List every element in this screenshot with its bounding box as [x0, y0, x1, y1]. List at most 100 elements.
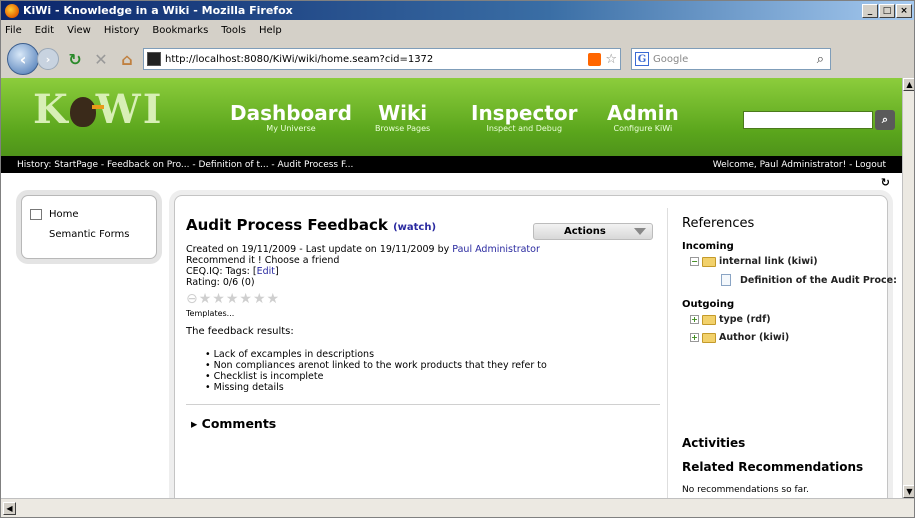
forward-button[interactable]: ›	[37, 48, 59, 70]
page-icon	[721, 274, 731, 286]
nav-wiki-label: Wiki	[378, 101, 428, 125]
tags-prefix: CEQ.IQ: Tags: [	[186, 266, 257, 277]
menu-tools[interactable]: Tools	[221, 25, 246, 36]
author-link[interactable]: Paul Administrator	[452, 244, 540, 255]
recommend-link[interactable]: Recommend it ! Choose a friend	[186, 255, 540, 266]
scroll-up-arrow[interactable]: ▲	[903, 78, 914, 91]
horizontal-scrollbar[interactable]: ◀	[1, 498, 914, 517]
search-field[interactable]: G Google ⌕	[631, 48, 831, 70]
menu-history[interactable]: History	[104, 25, 140, 36]
star-icon[interactable]: ★	[199, 292, 212, 306]
history-breadcrumb[interactable]: History: StartPage - Feedback on Pro... …	[17, 160, 713, 170]
nav-admin[interactable]: Admin Configure KiWi	[607, 102, 679, 133]
rating-text: Rating: 0/6 (0)	[186, 277, 255, 288]
outgoing-node-author[interactable]: + Author (kiwi)	[690, 332, 789, 343]
refresh-icon[interactable]: ↻	[881, 176, 890, 189]
outgoing-item-label: Author (kiwi)	[719, 332, 790, 343]
site-favicon	[147, 52, 161, 66]
menu-home-label: Home	[49, 208, 79, 220]
nav-inspector-sub: Inspect and Debug	[486, 124, 563, 133]
home-icon[interactable]: ⌂	[117, 49, 137, 69]
incoming-node[interactable]: − internal link (kiwi)	[690, 256, 818, 267]
page-viewport: K WI Dashboard My Universe Wiki Browse Pa…	[1, 78, 902, 498]
outgoing-node-type[interactable]: + type (rdf)	[690, 314, 771, 325]
kiwi-search-button[interactable]: ⌕	[875, 110, 895, 130]
scroll-down-arrow[interactable]: ▼	[903, 485, 914, 498]
navigation-toolbar: ‹ › ↻ ✕ ⌂ http://localhost:8080/KiWi/wik…	[1, 40, 914, 78]
scroll-left-arrow[interactable]: ◀	[3, 502, 16, 515]
kiwi-search-input[interactable]	[743, 111, 873, 129]
watch-link[interactable]: (watch)	[393, 222, 436, 233]
menu-bookmarks[interactable]: Bookmarks	[152, 25, 208, 36]
nav-dashboard[interactable]: Dashboard My Universe	[230, 102, 352, 133]
back-button[interactable]: ‹	[7, 43, 39, 75]
url-bar[interactable]: http://localhost:8080/KiWi/wiki/home.sea…	[143, 48, 621, 70]
star-icon[interactable]: ★	[253, 292, 266, 306]
maximize-button[interactable]: □	[879, 3, 895, 18]
nav-inspector-label: Inspector	[471, 101, 578, 125]
nav-wiki-sub: Browse Pages	[375, 124, 431, 133]
page-title-text: Audit Process Feedback	[186, 216, 388, 234]
list-item: Missing details	[205, 382, 547, 393]
star-icon[interactable]: ★	[239, 292, 252, 306]
outgoing-label: Outgoing	[682, 299, 735, 310]
list-item: Non compliances arenot linked to the wor…	[205, 360, 547, 371]
minimize-button[interactable]: _	[862, 3, 878, 18]
close-button[interactable]: ×	[896, 3, 912, 18]
expand-icon[interactable]: +	[690, 315, 699, 324]
activities-heading: Activities	[682, 436, 746, 450]
menu-help[interactable]: Help	[259, 25, 282, 36]
no-recommendations-text: No recommendations so far.	[682, 485, 809, 495]
menu-edit[interactable]: Edit	[35, 25, 54, 36]
comments-toggle[interactable]: ▸ Comments	[191, 416, 276, 431]
vertical-scrollbar[interactable]: ▲ ▼	[902, 78, 914, 498]
rss-icon[interactable]	[588, 52, 602, 66]
welcome-logout[interactable]: Welcome, Paul Administrator! - Logout	[713, 160, 886, 170]
column-divider	[667, 208, 668, 498]
nav-admin-sub: Configure KiWi	[613, 124, 673, 133]
url-text: http://localhost:8080/KiWi/wiki/home.sea…	[165, 53, 434, 65]
references-title: References	[682, 216, 755, 231]
window-title: KiWi - Knowledge in a Wiki - Mozilla Fir…	[23, 4, 293, 17]
google-icon[interactable]: G	[635, 52, 649, 66]
page-title: Audit Process Feedback (watch)	[186, 216, 436, 234]
menu-home[interactable]: Home	[22, 204, 156, 224]
comments-label: Comments	[201, 416, 277, 431]
menu-semantic-forms[interactable]: Semantic Forms	[22, 224, 156, 244]
browser-window: KiWi - Knowledge in a Wiki - Mozilla Fir…	[0, 0, 915, 518]
search-icon[interactable]: ⌕	[817, 52, 824, 67]
folder-icon	[702, 332, 716, 343]
star-icon[interactable]: ★	[226, 292, 239, 306]
star-icon[interactable]: ★	[267, 292, 280, 306]
collapse-icon[interactable]: −	[690, 257, 699, 266]
nav-dashboard-label: Dashboard	[230, 101, 352, 125]
nav-inspector[interactable]: Inspector Inspect and Debug	[471, 102, 577, 133]
expand-icon[interactable]: +	[690, 333, 699, 342]
stop-icon[interactable]: ✕	[91, 49, 111, 69]
bookmark-star-icon[interactable]: ☆	[605, 52, 617, 67]
nav-wiki[interactable]: Wiki Browse Pages	[375, 102, 430, 133]
folder-icon	[702, 314, 716, 325]
kiwi-header: K WI Dashboard My Universe Wiki Browse Pa…	[1, 78, 902, 156]
incoming-label: Incoming	[682, 241, 734, 252]
clear-rating-icon[interactable]: ⊖	[186, 292, 198, 306]
outgoing-item-label: type (rdf)	[719, 314, 771, 325]
reload-icon[interactable]: ↻	[65, 49, 85, 69]
templates-link[interactable]: Templates...	[186, 309, 234, 318]
title-bar: KiWi - Knowledge in a Wiki - Mozilla Fir…	[1, 1, 914, 20]
menu-bar: File Edit View History Bookmarks Tools H…	[1, 20, 914, 40]
related-recommendations-heading: Related Recommendations	[682, 460, 864, 474]
list-item: Lack of excamples in descriptions	[205, 349, 547, 360]
kiwi-logo[interactable]: K WI	[33, 86, 163, 133]
firefox-icon	[5, 3, 19, 18]
incoming-child-node[interactable]: Definition of the Audit Proce:	[721, 274, 897, 286]
actions-dropdown[interactable]: Actions	[533, 223, 653, 240]
star-icon[interactable]: ★	[212, 292, 225, 306]
tags-edit-link[interactable]: Edit	[257, 266, 275, 277]
menu-file[interactable]: File	[5, 25, 22, 36]
menu-view[interactable]: View	[67, 25, 91, 36]
incoming-child-label: Definition of the Audit Proce:	[740, 274, 897, 286]
home-icon	[30, 208, 42, 220]
rating-stars[interactable]: ⊖ ★ ★ ★ ★ ★ ★	[186, 292, 279, 306]
nav-dashboard-sub: My Universe	[266, 124, 316, 133]
